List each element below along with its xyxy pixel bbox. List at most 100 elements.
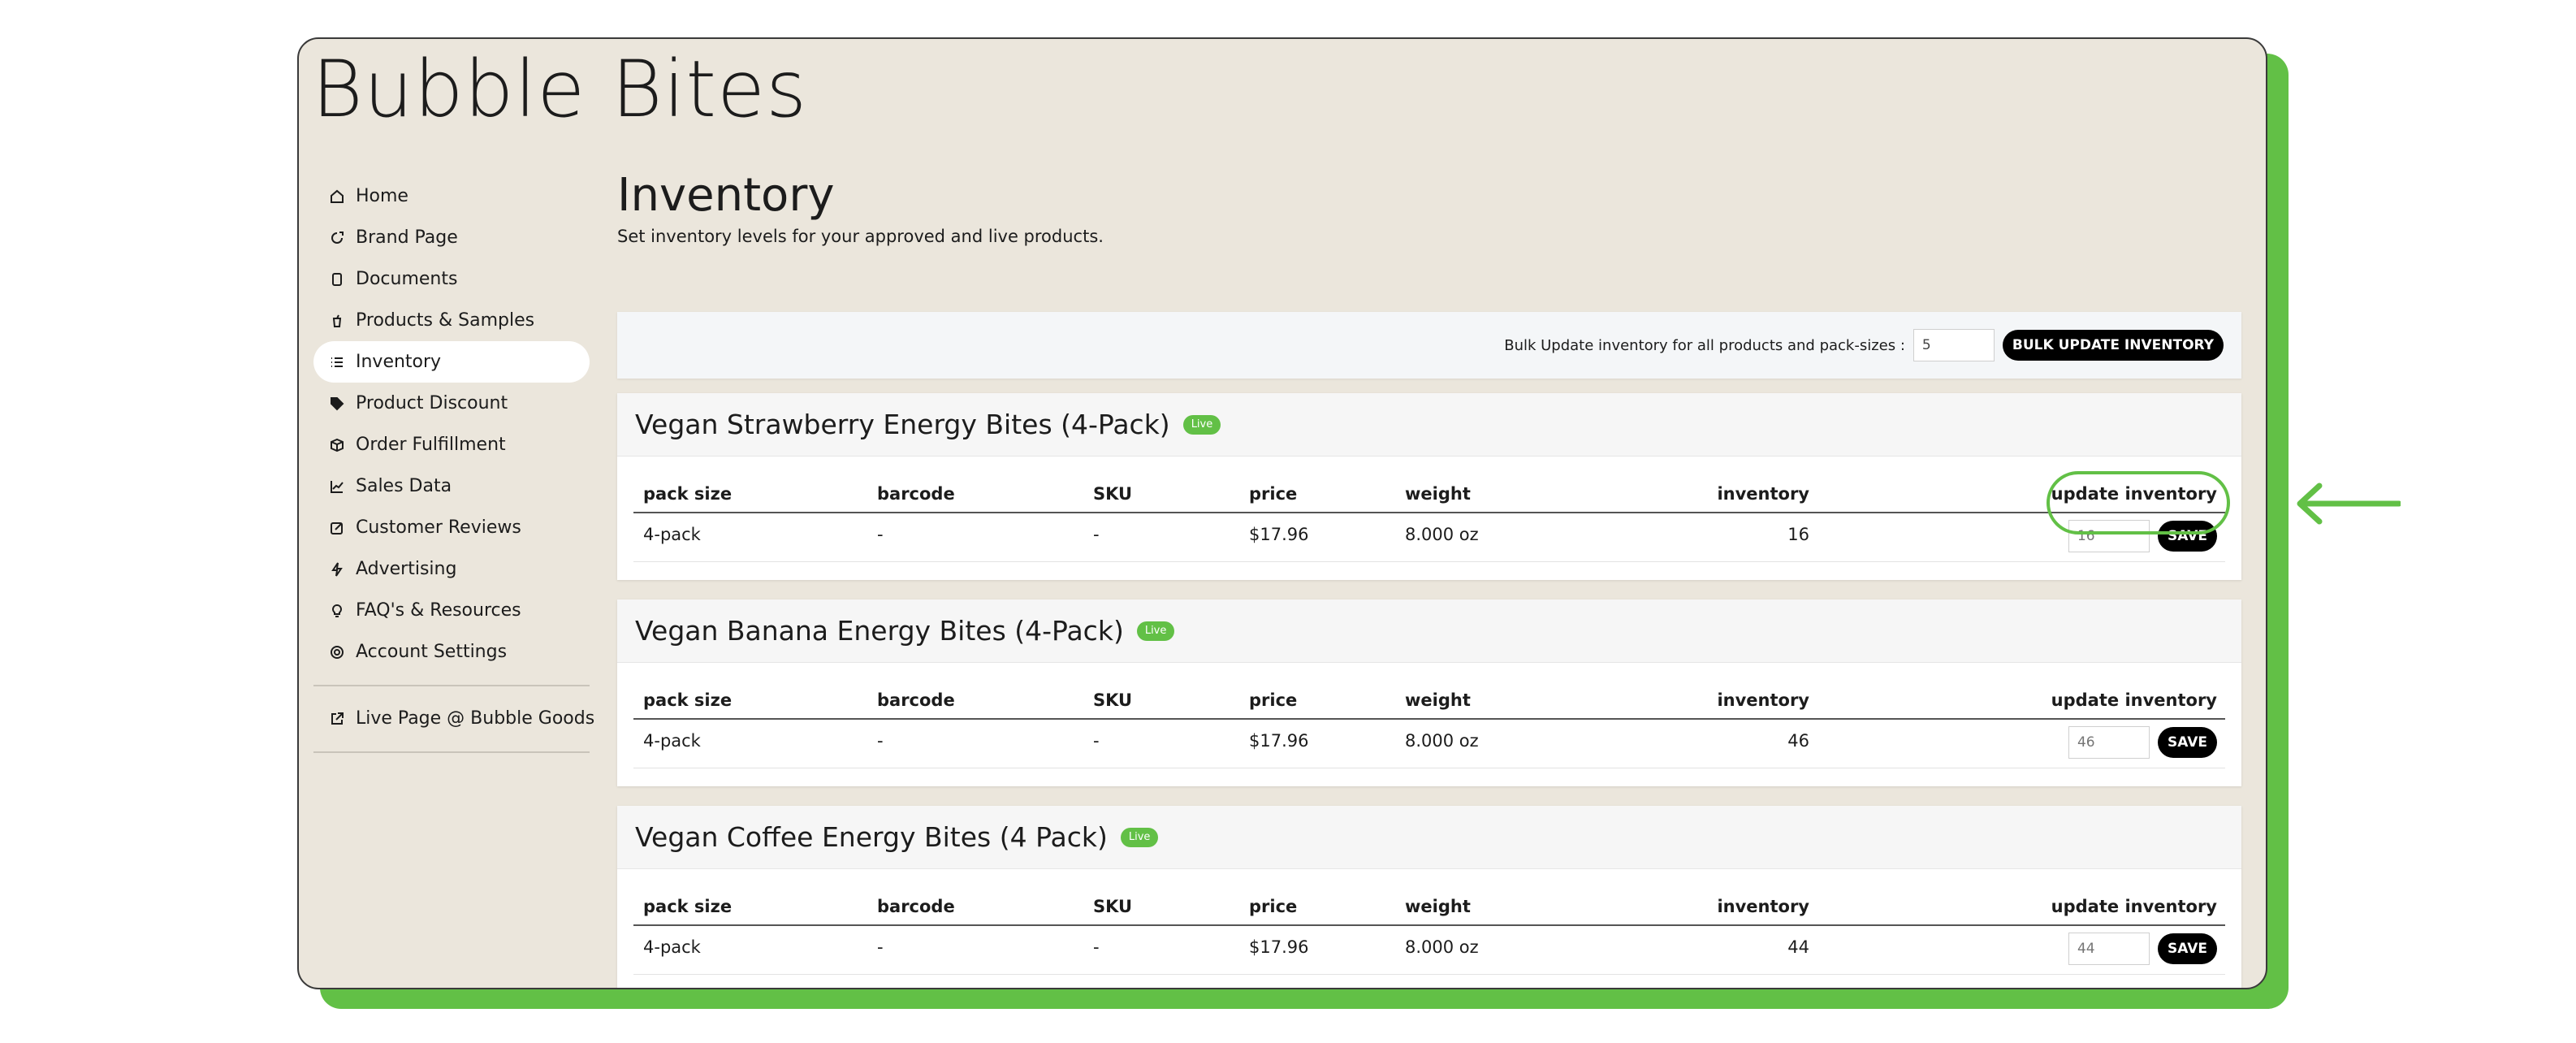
sidebar-item-label: Products & Samples [356,310,535,331]
sidebar-item-label: Live Page @ Bubble Goods [356,708,595,729]
table-row: 4-pack - - $17.96 8.000 oz 46 SAVE [633,720,2225,768]
column-header-price: price [1249,484,1298,504]
cell-price: $17.96 [1249,937,1309,957]
product-card: Vegan Coffee Energy Bites (4 Pack) Live … [617,806,2241,988]
products-icon [330,314,344,328]
product-header: Vegan Banana Energy Bites (4-Pack) Live [617,599,2241,663]
lightbulb-icon [330,604,344,618]
table-row: 4-pack - - $17.96 8.000 oz 16 SAVE [633,513,2225,562]
update-inventory-control: SAVE [2068,933,2217,965]
status-badge: Live [1136,621,1175,641]
product-name: Vegan Banana Energy Bites (4-Pack) [635,615,1124,647]
bulk-update-input[interactable] [1913,329,1995,361]
sidebar-item-customer-reviews[interactable]: Customer Reviews [313,507,590,548]
column-header-inventory: inventory [1717,897,1809,916]
sidebar-item-product-discount[interactable]: Product Discount [313,383,590,424]
tag-icon [330,396,344,411]
sidebar-item-sales-data[interactable]: Sales Data [313,465,590,507]
column-header-sku: SKU [1093,897,1133,916]
sidebar-item-brand-page[interactable]: Brand Page [313,217,590,258]
bolt-icon [330,561,344,577]
bulk-update-bar: Bulk Update inventory for all products a… [617,312,2241,379]
column-header-price: price [1249,690,1298,710]
gear-icon [330,645,344,660]
sidebar-item-label: FAQ's & Resources [356,600,521,621]
column-header-sku: SKU [1093,690,1133,710]
column-header-inventory: inventory [1717,484,1809,504]
column-header-inventory: inventory [1717,690,1809,710]
cell-inventory: 46 [1787,731,1809,751]
external-link-icon [330,712,344,726]
edit-icon [330,521,344,535]
sidebar-item-advertising[interactable]: Advertising [313,548,590,590]
cell-barcode: - [877,937,884,957]
cell-sku: - [1093,525,1100,544]
inventory-table: pack size barcode SKU price weight inven… [633,890,2225,975]
update-inventory-input[interactable] [2068,933,2150,965]
cell-weight: 8.000 oz [1405,731,1479,751]
sidebar-item-live-page[interactable]: Live Page @ Bubble Goods [313,698,594,739]
column-header-pack-size: pack size [643,484,733,504]
save-button[interactable]: SAVE [2157,933,2217,964]
column-header-price: price [1249,897,1298,916]
chart-icon [330,479,344,494]
sidebar-item-products[interactable]: Products & Samples [313,300,590,341]
save-button[interactable]: SAVE [2157,727,2217,758]
sidebar-item-label: Inventory [356,352,442,372]
cell-pack-size: 4-pack [643,525,701,544]
sidebar-item-documents[interactable]: Documents [313,258,590,300]
column-header-barcode: barcode [877,484,955,504]
cell-sku: - [1093,937,1100,957]
sidebar-item-label: Account Settings [356,642,508,662]
page-subtitle: Set inventory levels for your approved a… [617,227,1104,246]
sidebar-item-label: Customer Reviews [356,517,521,538]
product-card: Vegan Strawberry Energy Bites (4-Pack) L… [617,393,2241,580]
page-title: Inventory [617,169,835,222]
column-header-barcode: barcode [877,690,955,710]
cell-pack-size: 4-pack [643,937,701,957]
sidebar-item-label: Order Fulfillment [356,435,506,455]
cell-pack-size: 4-pack [643,731,701,751]
column-header-weight: weight [1405,897,1471,916]
table-row: 4-pack - - $17.96 8.000 oz 44 SAVE [633,926,2225,975]
left-arrow-icon [2297,483,2401,525]
sidebar-item-inventory[interactable]: Inventory [313,341,590,383]
update-inventory-control: SAVE [2068,726,2217,759]
inventory-table: pack size barcode SKU price weight inven… [633,478,2225,562]
column-header-sku: SKU [1093,484,1133,504]
table-header: pack size barcode SKU price weight inven… [633,684,2225,720]
bulk-update-label: Bulk Update inventory for all products a… [1504,336,1905,354]
bulk-update-button[interactable]: BULK UPDATE INVENTORY [2002,330,2224,361]
product-header: Vegan Strawberry Energy Bites (4-Pack) L… [617,393,2241,457]
column-header-update-inventory: update inventory [2051,690,2217,710]
cell-sku: - [1093,731,1100,751]
documents-icon [330,272,344,287]
cell-price: $17.96 [1249,525,1309,544]
sidebar-item-label: Documents [356,269,458,289]
box-icon [330,438,344,452]
column-header-pack-size: pack size [643,897,733,916]
sidebar-item-home[interactable]: Home [313,175,590,217]
cell-barcode: - [877,731,884,751]
sidebar-divider [313,751,590,753]
sidebar-item-faqs[interactable]: FAQ's & Resources [313,590,590,631]
column-header-barcode: barcode [877,897,955,916]
product-card: Vegan Banana Energy Bites (4-Pack) Live … [617,599,2241,786]
highlight-ring [2047,471,2230,534]
cell-inventory: 44 [1787,937,1809,957]
update-inventory-input[interactable] [2068,726,2150,759]
table-header: pack size barcode SKU price weight inven… [633,890,2225,926]
sidebar-divider [313,685,590,686]
sidebar-item-order-fulfillment[interactable]: Order Fulfillment [313,424,590,465]
inventory-table: pack size barcode SKU price weight inven… [633,684,2225,768]
sidebar-item-label: Brand Page [356,227,458,248]
sidebar: Home Brand Page Documents Products & Sam… [313,175,594,764]
sidebar-item-label: Advertising [356,559,457,579]
cell-weight: 8.000 oz [1405,525,1479,544]
cell-inventory: 16 [1787,525,1809,544]
status-badge: Live [1120,827,1159,847]
cell-weight: 8.000 oz [1405,937,1479,957]
brand-page-icon [330,231,344,245]
sidebar-item-account-settings[interactable]: Account Settings [313,631,590,673]
sidebar-item-label: Sales Data [356,476,452,496]
